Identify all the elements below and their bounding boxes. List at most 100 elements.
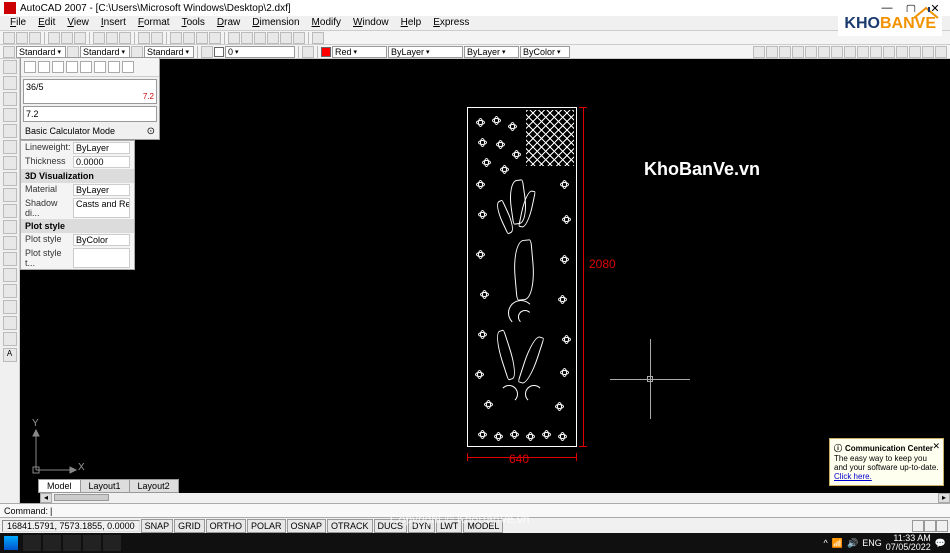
properties-palette[interactable]: Lineweight:ByLayer Thickness0.0000 3D Vi… — [20, 140, 135, 270]
dim-ang-button[interactable] — [831, 46, 843, 58]
dim-linear-button[interactable] — [753, 46, 765, 58]
zoom-prev-button[interactable] — [209, 32, 221, 44]
rect-tool[interactable] — [3, 124, 17, 138]
save-button[interactable] — [29, 32, 41, 44]
dim-tol-button[interactable] — [896, 46, 908, 58]
status-comm-icon[interactable] — [936, 520, 948, 532]
tablestyle-combo[interactable]: Standard — [144, 46, 194, 58]
revcloud-tool[interactable] — [3, 172, 17, 186]
dim-center-button[interactable] — [909, 46, 921, 58]
thickness-value[interactable]: 0.0000 — [73, 156, 130, 168]
linetype-combo[interactable]: ByLayer — [388, 46, 463, 58]
autocad-taskbar-icon[interactable] — [83, 535, 101, 551]
communication-center-popup[interactable]: ✕ ⓘCommunication Center The easy way to … — [829, 438, 944, 486]
point-tool[interactable] — [3, 268, 17, 282]
menu-format[interactable]: Format — [132, 16, 176, 30]
coordinates-display[interactable]: 16841.5791, 7573.1855, 0.0000 — [2, 520, 140, 532]
clock[interactable]: 11:33 AM 07/05/2022 — [886, 534, 931, 552]
menu-window[interactable]: Window — [347, 16, 395, 30]
toggle-otrack[interactable]: OTRACK — [327, 519, 373, 533]
dim-quick-button[interactable] — [844, 46, 856, 58]
calc-result[interactable]: 7.2 — [26, 109, 154, 119]
menu-file[interactable]: File — [4, 16, 32, 30]
pline-tool[interactable] — [3, 92, 17, 106]
explorer-taskbar-icon[interactable] — [63, 535, 81, 551]
menu-insert[interactable]: Insert — [95, 16, 132, 30]
props-button[interactable] — [228, 32, 240, 44]
network-icon[interactable]: 📶 — [832, 538, 843, 549]
cut-button[interactable] — [93, 32, 105, 44]
polygon-tool[interactable] — [3, 108, 17, 122]
open-button[interactable] — [16, 32, 28, 44]
dim-aligned-button[interactable] — [766, 46, 778, 58]
help-button[interactable] — [312, 32, 324, 44]
layer-combo[interactable]: 0 — [225, 46, 295, 58]
line-tool[interactable] — [3, 60, 17, 74]
tab-model[interactable]: Model — [38, 479, 81, 493]
zoom-button[interactable] — [183, 32, 195, 44]
tablestyle-icon[interactable] — [131, 46, 143, 58]
dimstyle-icon[interactable] — [67, 46, 79, 58]
table-tool[interactable] — [3, 332, 17, 346]
ellipse-tool[interactable] — [3, 204, 17, 218]
sheetset-button[interactable] — [267, 32, 279, 44]
plotstyle-t-value[interactable] — [73, 248, 130, 268]
dim-leader-button[interactable] — [883, 46, 895, 58]
quickcalc-panel[interactable]: 36/5 7.2 7.2 Basic Calculator Mode ⊙ — [20, 57, 160, 140]
layer-props-button[interactable] — [201, 46, 213, 58]
new-button[interactable] — [3, 32, 15, 44]
toggle-polar[interactable]: POLAR — [247, 519, 286, 533]
calc-dist-button[interactable] — [80, 61, 92, 73]
windows-taskbar[interactable]: ^ 📶 🔊 ENG 11:33 AM 07/05/2022 💬 — [0, 533, 950, 553]
plot-preview-button[interactable] — [61, 32, 73, 44]
dim-cont-button[interactable] — [870, 46, 882, 58]
calc-x-button[interactable] — [108, 61, 120, 73]
layer-prev-button[interactable] — [302, 46, 314, 58]
textstyle-combo[interactable]: Standard — [16, 46, 66, 58]
dim-rad-button[interactable] — [805, 46, 817, 58]
region-tool[interactable] — [3, 316, 17, 330]
calc-clear-button[interactable] — [24, 61, 36, 73]
circle-tool[interactable] — [3, 156, 17, 170]
menu-view[interactable]: View — [61, 16, 95, 30]
paste-button[interactable] — [119, 32, 131, 44]
insert-tool[interactable] — [3, 236, 17, 250]
calc-button[interactable] — [293, 32, 305, 44]
menu-tools[interactable]: Tools — [176, 16, 211, 30]
markup-button[interactable] — [280, 32, 292, 44]
xline-tool[interactable] — [3, 76, 17, 90]
horizontal-scrollbar[interactable]: ◂ ▸ — [40, 493, 950, 503]
tab-layout1[interactable]: Layout1 — [80, 479, 130, 493]
print-button[interactable] — [48, 32, 60, 44]
status-tray-icon[interactable] — [912, 520, 924, 532]
gradient-tool[interactable] — [3, 300, 17, 314]
status-lock-icon[interactable] — [924, 520, 936, 532]
scroll-right-button[interactable]: ▸ — [938, 493, 950, 503]
dimstyle-combo[interactable]: Standard — [80, 46, 130, 58]
calc-expand-button[interactable]: ⊙ — [147, 126, 155, 137]
scroll-left-button[interactable]: ◂ — [40, 493, 52, 503]
block-tool[interactable] — [3, 252, 17, 266]
lineweight-value[interactable]: ByLayer — [73, 142, 130, 154]
section-plot-style[interactable]: Plot style — [21, 219, 134, 233]
menu-draw[interactable]: Draw — [211, 16, 246, 30]
dim-ord-button[interactable] — [792, 46, 804, 58]
dcenter-button[interactable] — [241, 32, 253, 44]
pan-button[interactable] — [170, 32, 182, 44]
calc-angle-button[interactable] — [94, 61, 106, 73]
dim-edit-button[interactable] — [922, 46, 934, 58]
toggle-snap[interactable]: SNAP — [141, 519, 174, 533]
chevron-up-icon[interactable]: ^ — [824, 538, 828, 548]
menu-help[interactable]: Help — [395, 16, 428, 30]
popup-link[interactable]: Click here. — [834, 472, 872, 481]
menu-modify[interactable]: Modify — [306, 16, 347, 30]
toggle-ortho[interactable]: ORTHO — [206, 519, 246, 533]
material-value[interactable]: ByLayer — [73, 184, 130, 196]
color-combo[interactable]: Red — [332, 46, 387, 58]
start-button[interactable] — [4, 536, 18, 550]
zoom-win-button[interactable] — [196, 32, 208, 44]
toggle-grid[interactable]: GRID — [174, 519, 205, 533]
hatch-tool[interactable] — [3, 284, 17, 298]
search-button[interactable] — [23, 535, 41, 551]
popup-close-button[interactable]: ✕ — [932, 441, 940, 452]
